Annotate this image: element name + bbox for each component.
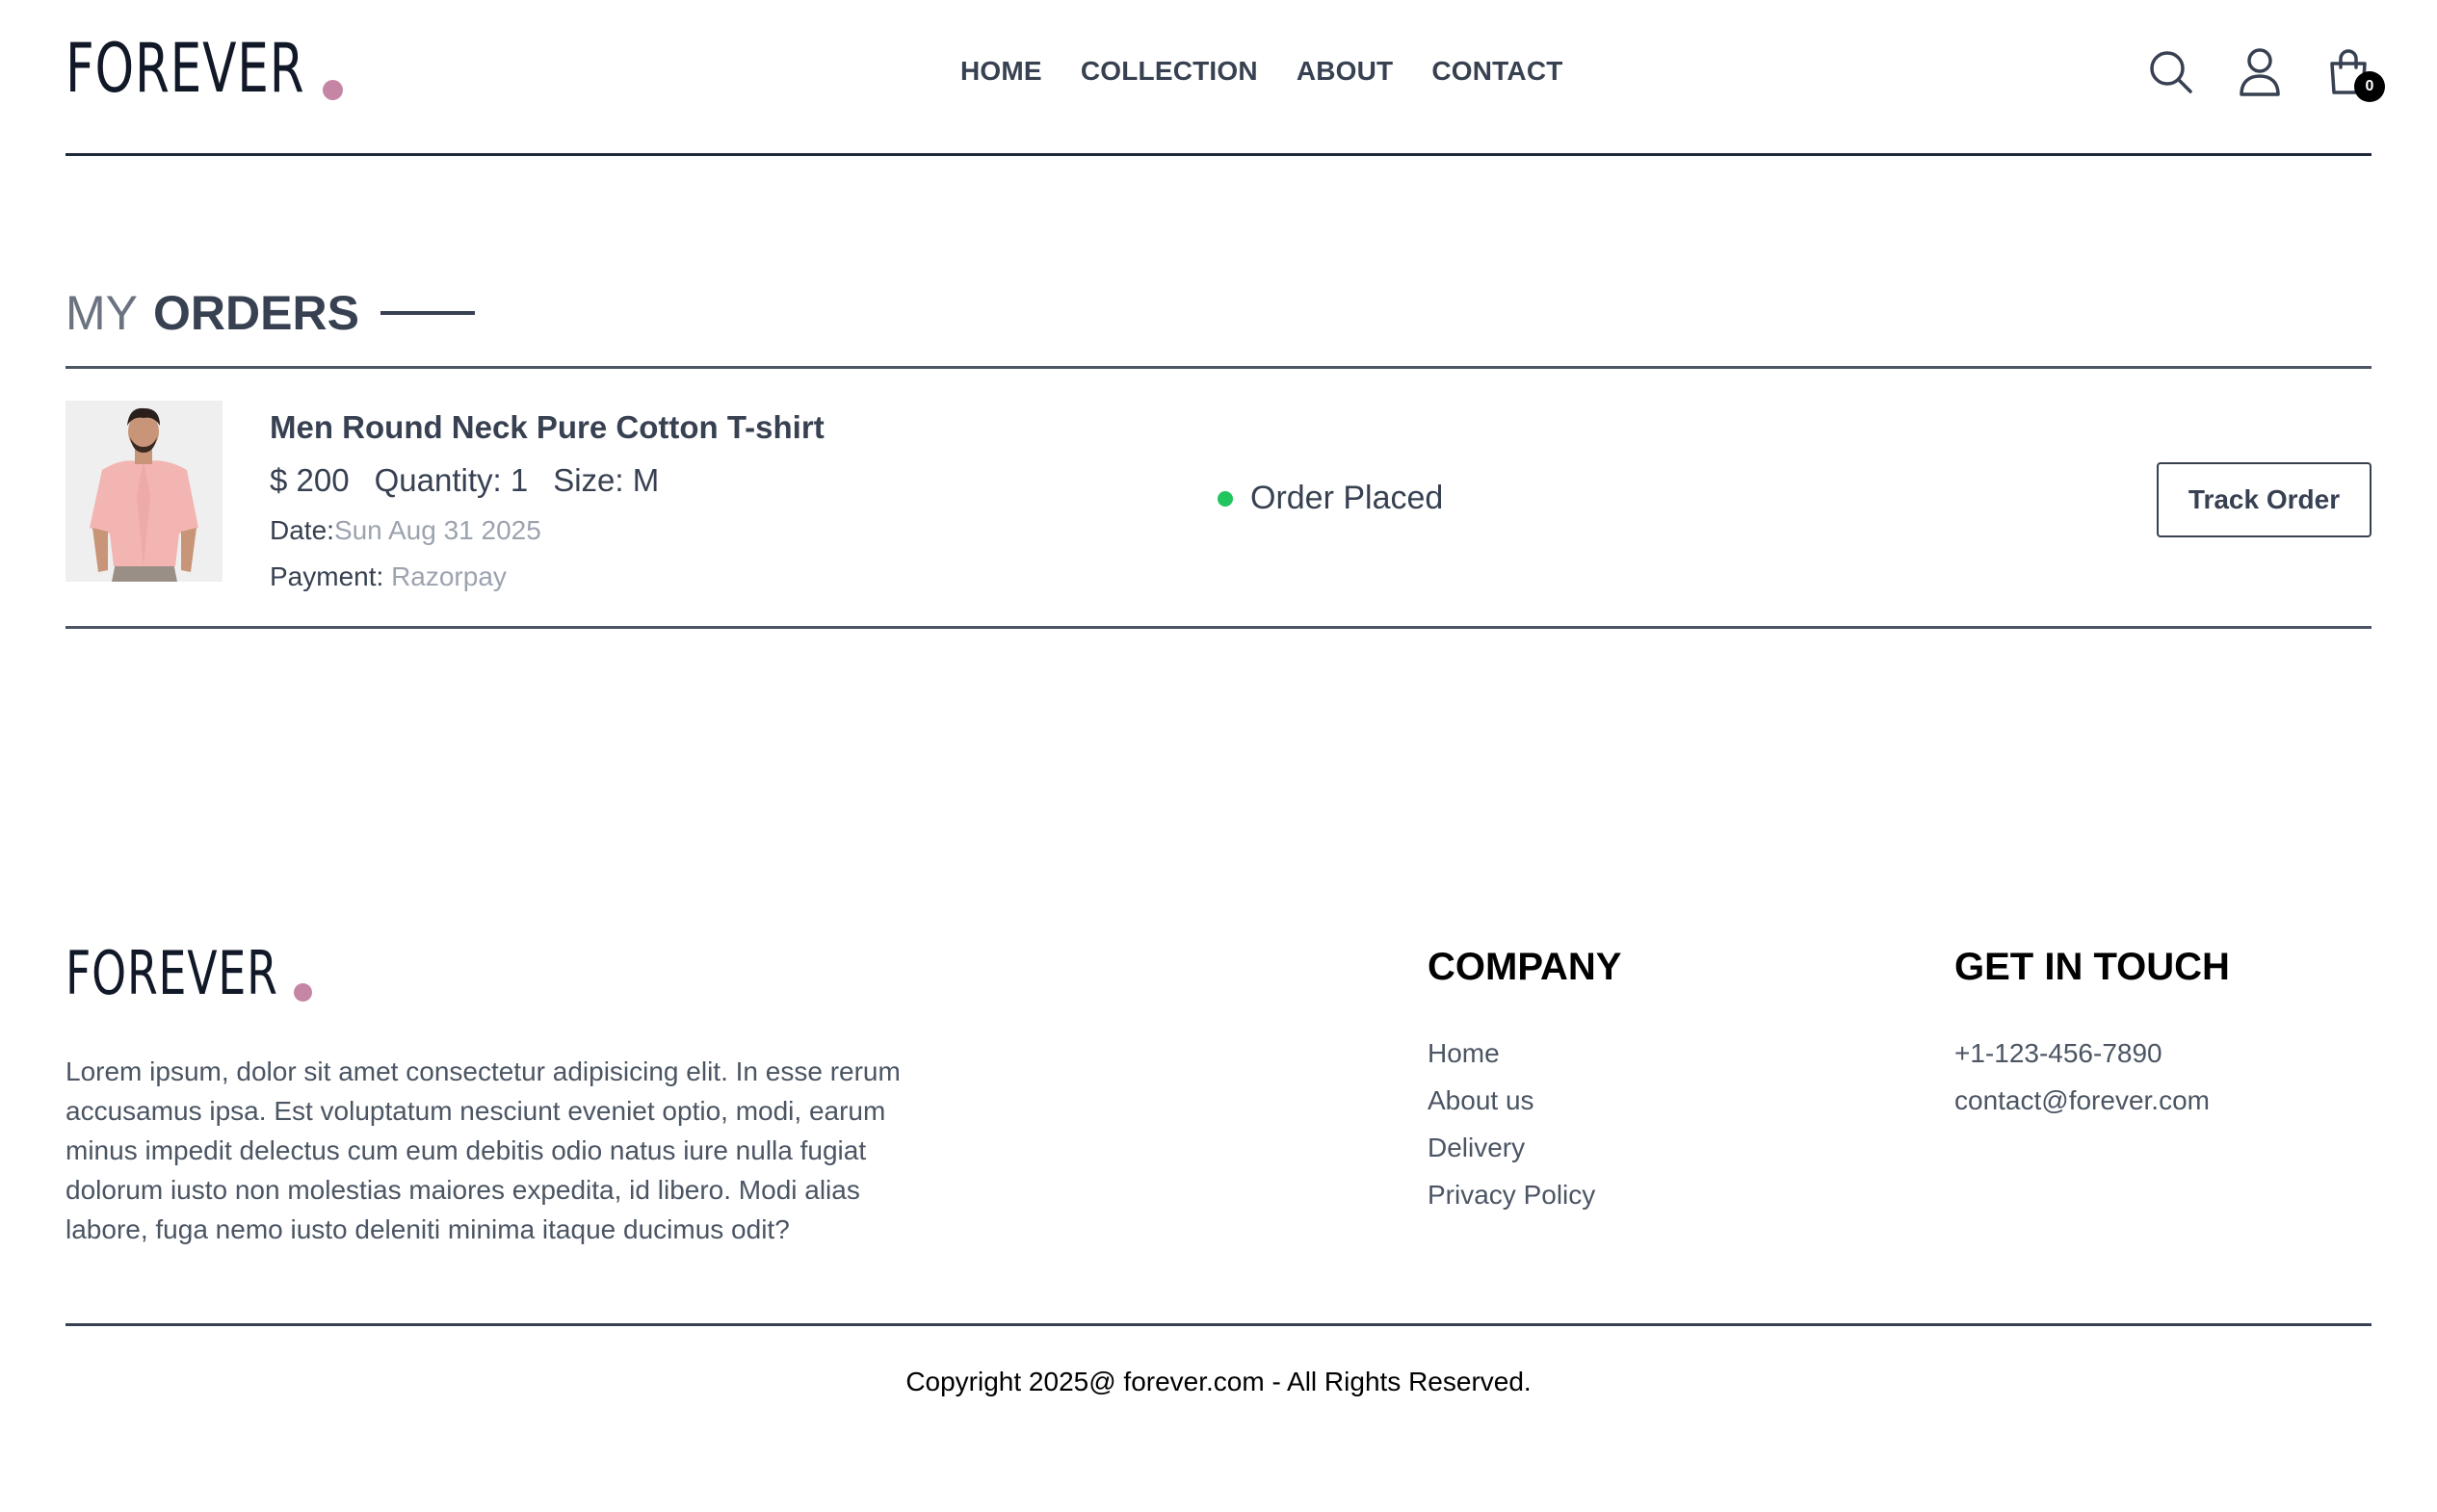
- product-size: Size: M: [553, 462, 660, 498]
- order-status: Order Placed: [1218, 480, 1443, 517]
- order-row: Men Round Neck Pure Cotton T-shirt $ 200…: [66, 366, 2371, 629]
- search-button[interactable]: [2148, 46, 2194, 98]
- product-price: $ 200: [270, 462, 350, 498]
- product-photo-illustration: [66, 401, 223, 582]
- footer-divider: [66, 1323, 2371, 1326]
- profile-icon: [2240, 48, 2280, 96]
- track-order-button[interactable]: Track Order: [2157, 462, 2371, 537]
- profile-button[interactable]: [2237, 46, 2283, 98]
- order-status-text: Order Placed: [1250, 480, 1444, 516]
- order-date-value: Sun Aug 31 2025: [333, 515, 541, 545]
- footer-phone: +1-123-456-7890: [1954, 1038, 2162, 1068]
- order-payment-value: Razorpay: [391, 561, 507, 591]
- main-nav: HOME COLLECTION ABOUT CONTACT: [960, 56, 1563, 87]
- status-dot-icon: [1218, 490, 1233, 507]
- header-icons: 0: [2148, 46, 2385, 102]
- title-underline: [380, 311, 475, 315]
- order-date-label: Date:: [270, 515, 334, 545]
- product-meta: $ 200 Quantity: 1 Size: M: [270, 462, 659, 499]
- search-icon: [2150, 51, 2192, 93]
- cart-button[interactable]: 0: [2325, 46, 2385, 102]
- brand-logo-dot: [322, 80, 343, 100]
- page-title: MY ORDERS: [66, 285, 475, 341]
- footer-link-privacy[interactable]: Privacy Policy: [1428, 1171, 1621, 1218]
- cart-count-badge: 0: [2354, 71, 2385, 102]
- order-payment-label: Payment:: [270, 561, 384, 591]
- footer-link-home[interactable]: Home: [1428, 1030, 1621, 1077]
- page-title-light: MY: [66, 286, 138, 340]
- product-image: [66, 401, 223, 582]
- footer-logo-dot: [294, 983, 313, 1002]
- nav-link-home[interactable]: HOME: [960, 56, 1042, 87]
- footer-contact-title: GET IN TOUCH: [1954, 946, 2230, 988]
- order-payment: Payment: Razorpay: [270, 561, 507, 592]
- nav-link-contact[interactable]: CONTACT: [1431, 56, 1562, 87]
- footer-company: COMPANY Home About us Delivery Privacy P…: [1428, 946, 1621, 1218]
- nav-link-about[interactable]: ABOUT: [1297, 56, 1394, 87]
- footer-link-about[interactable]: About us: [1428, 1077, 1621, 1124]
- footer-contact-list: +1-123-456-7890 contact@forever.com: [1954, 1030, 2230, 1124]
- footer-email: contact@forever.com: [1954, 1085, 2210, 1115]
- brand-logo-text: FOREVER: [66, 29, 305, 108]
- nav-link-collection[interactable]: COLLECTION: [1081, 56, 1258, 87]
- footer-company-title: COMPANY: [1428, 946, 1622, 988]
- footer-description: Lorem ipsum, dolor sit amet consectetur …: [66, 1056, 901, 1244]
- footer-logo-text: FOREVER: [66, 938, 278, 1008]
- footer-logo[interactable]: FOREVER: [66, 938, 313, 1008]
- product-quantity: Quantity: 1: [374, 462, 529, 498]
- page-title-bold: ORDERS: [153, 286, 359, 340]
- site-header: FOREVER HOME COLLECTION ABOUT CONTACT 0: [66, 0, 2385, 156]
- product-name: Men Round Neck Pure Cotton T-shirt: [270, 409, 825, 445]
- order-date: Date:Sun Aug 31 2025: [270, 515, 541, 546]
- footer-company-links: Home About us Delivery Privacy Policy: [1428, 1030, 1621, 1218]
- footer-contact: GET IN TOUCH +1-123-456-7890 contact@for…: [1954, 946, 2230, 1124]
- copyright-text: Copyright 2025@ forever.com - All Rights…: [905, 1367, 1532, 1396]
- footer-link-delivery[interactable]: Delivery: [1428, 1124, 1621, 1171]
- brand-logo[interactable]: FOREVER: [66, 35, 343, 102]
